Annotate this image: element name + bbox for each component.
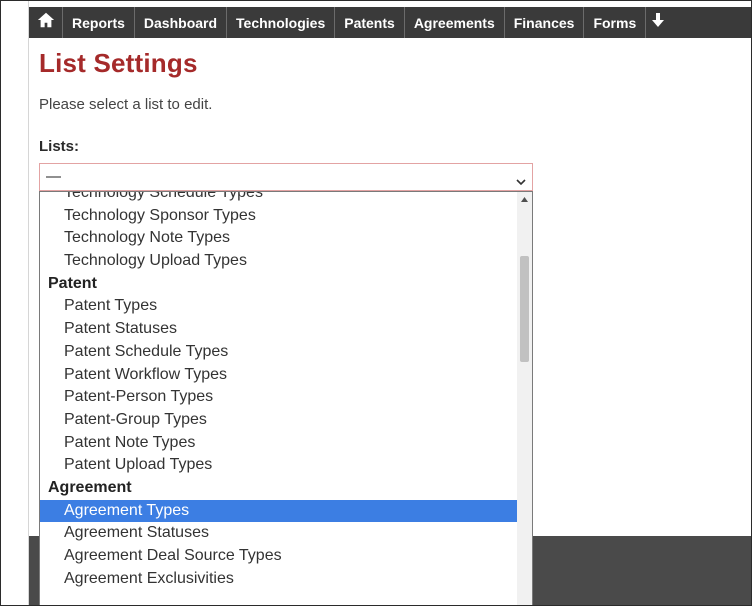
left-margin-edge: [28, 1, 29, 605]
dropdown-option[interactable]: Patent Types: [40, 295, 518, 318]
option-group-label: Patent: [48, 274, 97, 292]
app-window: Reports Dashboard Technologies Patents A…: [0, 0, 752, 606]
dropdown-option[interactable]: Patent-Person Types: [40, 386, 518, 409]
dropdown-option[interactable]: Patent Upload Types: [40, 454, 518, 477]
dropdown-option-list: Technology Schedule Types Technology Spon…: [40, 192, 518, 591]
lists-label: Lists:: [39, 138, 80, 155]
scroll-up-arrow-icon[interactable]: [517, 192, 532, 207]
dropdown-option[interactable]: Patent-Group Types: [40, 409, 518, 432]
dropdown-option[interactable]: Agreement Deal Source Types: [40, 545, 518, 568]
dropdown-option[interactable]: Technology Schedule Types: [40, 192, 518, 205]
page-title: List Settings: [39, 48, 198, 78]
dropdown-option[interactable]: Patent Workflow Types: [40, 364, 518, 387]
home-icon: [37, 11, 55, 34]
option-group-label: Agreement: [48, 478, 132, 496]
dropdown-option[interactable]: Patent Statuses: [40, 318, 518, 341]
nav-finances[interactable]: Finances: [505, 7, 585, 38]
home-button[interactable]: [29, 7, 63, 38]
nav-dashboard[interactable]: Dashboard: [135, 7, 228, 38]
scroll-thumb[interactable]: [520, 256, 529, 362]
nav-reports[interactable]: Reports: [63, 7, 135, 38]
lists-dropdown: Technology Schedule Types Technology Spon…: [39, 191, 533, 605]
dropdown-option[interactable]: Technology Upload Types: [40, 250, 518, 273]
dropdown-option[interactable]: Patent Schedule Types: [40, 341, 518, 364]
arrow-down-icon: [651, 12, 665, 33]
lists-select[interactable]: —: [39, 163, 533, 191]
dropdown-option[interactable]: Technology Note Types: [40, 227, 518, 250]
instructions-text: Please select a list to edit.: [39, 96, 213, 113]
dropdown-option[interactable]: Patent Note Types: [40, 432, 518, 455]
chevron-down-icon: [516, 173, 526, 186]
nav-more-button[interactable]: [646, 7, 670, 38]
nav-forms[interactable]: Forms: [584, 7, 647, 38]
left-margin: [1, 1, 29, 605]
dropdown-option[interactable]: Technology Sponsor Types: [40, 205, 518, 228]
nav-patents[interactable]: Patents: [335, 7, 405, 38]
dropdown-option[interactable]: Agreement Exclusivities: [40, 568, 518, 591]
nav-technologies[interactable]: Technologies: [227, 7, 336, 38]
dropdown-option[interactable]: Agreement Statuses: [40, 522, 518, 545]
select-current-value: —: [46, 168, 61, 185]
top-navbar: Reports Dashboard Technologies Patents A…: [29, 7, 751, 38]
dropdown-option-selected[interactable]: Agreement Types: [40, 499, 518, 523]
nav-agreements[interactable]: Agreements: [405, 7, 505, 38]
dropdown-scrollbar[interactable]: [517, 192, 532, 605]
